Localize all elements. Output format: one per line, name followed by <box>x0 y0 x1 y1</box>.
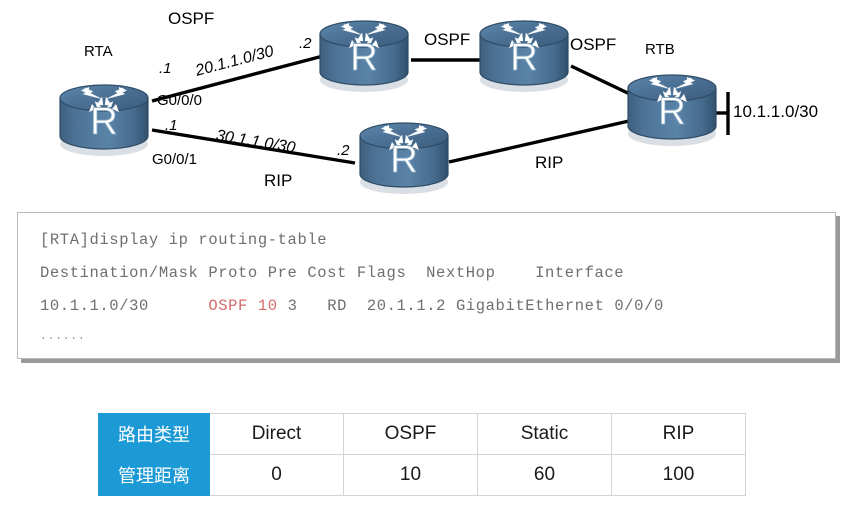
route-destination: 10.1.1.0/30 <box>40 297 149 315</box>
administrative-distance-table: 路由类型 Direct OSPF Static RIP 管理距离 0 10 60… <box>98 413 746 496</box>
label-stub-network: 10.1.1.0/30 <box>733 102 819 121</box>
cell-distance-static: 60 <box>477 454 612 496</box>
label-dot1-upper: .1 <box>159 60 172 77</box>
console-header-line: Destination/Mask Proto Pre Cost Flags Ne… <box>40 264 625 282</box>
link-r3-to-rtb <box>570 64 635 98</box>
router-rta <box>59 84 149 157</box>
cell-route-type-ospf: OSPF <box>343 413 478 455</box>
label-ospf-middle: OSPF <box>424 30 471 49</box>
label-dot2-upper: .2 <box>299 35 312 52</box>
label-ospf-top: OSPF <box>168 9 215 28</box>
route-nexthop: 20.1.1.2 <box>366 297 447 315</box>
console-route-row: 10.1.1.0/30 OSPF 10 3 RD 20.1.1.2 Gigabi… <box>40 297 664 315</box>
row-header-admin-distance: 管理距离 <box>98 454 210 496</box>
route-pre: 10 <box>257 297 278 315</box>
network-topology-diagram: R OSPF RTA RTB .1 20.1.1.0/30 .2 G0/0/0 … <box>0 0 861 205</box>
label-rip-left: RIP <box>264 171 293 190</box>
table-row-route-types: 路由类型 Direct OSPF Static RIP <box>98 413 746 455</box>
label-interface-g0-0-0: G0/0/0 <box>157 92 203 109</box>
router-bottom <box>359 122 449 195</box>
router-rtb <box>627 74 717 147</box>
console-command-line: [RTA]display ip routing-table <box>40 231 328 249</box>
route-proto: OSPF <box>208 297 248 315</box>
label-interface-g0-0-1: G0/0/1 <box>152 151 198 168</box>
cell-distance-rip: 100 <box>611 454 746 496</box>
route-flags: RD <box>327 297 348 315</box>
cell-distance-ospf: 10 <box>343 454 478 496</box>
route-cost: 3 <box>287 297 298 315</box>
route-interface: GigabitEthernet 0/0/0 <box>455 297 664 315</box>
cell-route-type-direct: Direct <box>209 413 344 455</box>
label-ospf-right: OSPF <box>570 35 617 54</box>
cell-distance-direct: 0 <box>209 454 344 496</box>
label-dot2-lower: .2 <box>337 142 350 159</box>
table-row-distances: 管理距离 0 10 60 100 <box>98 454 746 496</box>
router-top-middle <box>319 20 409 93</box>
routing-table-console: [RTA]display ip routing-table Destinatio… <box>17 212 836 359</box>
label-rtb: RTB <box>645 41 675 58</box>
label-rip-right: RIP <box>535 153 564 172</box>
cell-route-type-static: Static <box>477 413 612 455</box>
router-top-right <box>479 20 569 93</box>
label-rta: RTA <box>84 43 113 60</box>
console-ellipsis: ...... <box>40 331 86 343</box>
row-header-route-type: 路由类型 <box>98 413 210 455</box>
cell-route-type-rip: RIP <box>611 413 746 455</box>
label-dot1-lower: .1 <box>165 117 178 134</box>
